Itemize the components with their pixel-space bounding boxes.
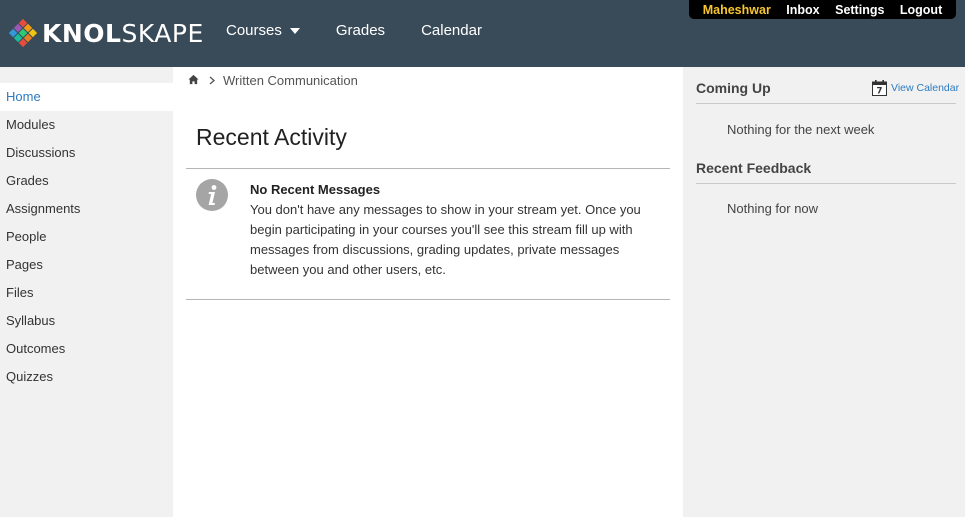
- course-nav-sidebar: Home Modules Discussions Grades Assignments P…: [0, 67, 173, 517]
- sidebar-item-pages[interactable]: Pages: [0, 251, 173, 279]
- divider: [696, 103, 956, 104]
- nav-courses-menu[interactable]: Courses: [226, 22, 300, 39]
- divider: [696, 183, 956, 184]
- breadcrumb: Written Communication: [188, 73, 358, 88]
- sidebar-item-grades[interactable]: Grades: [0, 167, 173, 195]
- user-name-link[interactable]: Maheshwar: [703, 3, 771, 17]
- sidebar-item-outcomes[interactable]: Outcomes: [0, 335, 173, 363]
- logout-link[interactable]: Logout: [900, 3, 942, 17]
- sidebar-item-modules[interactable]: Modules: [0, 111, 173, 139]
- coming-up-heading: Coming Up: [696, 80, 771, 96]
- right-sidebar: Coming Up 7 View Calendar Nothing for th…: [683, 67, 965, 517]
- nav-calendar-link[interactable]: Calendar: [421, 22, 482, 39]
- knolskape-logo[interactable]: KNOLSKAPE: [9, 19, 204, 48]
- view-calendar-label: View Calendar: [891, 82, 960, 94]
- recent-feedback-heading: Recent Feedback: [696, 160, 812, 176]
- breadcrumb-chevron-right-icon: [209, 73, 215, 88]
- message-title: No Recent Messages: [250, 182, 381, 197]
- view-calendar-link[interactable]: 7 View Calendar: [872, 80, 959, 96]
- caret-down-icon: [289, 28, 300, 34]
- coming-up-empty-text: Nothing for the next week: [727, 122, 875, 137]
- sidebar-item-assignments[interactable]: Assignments: [0, 195, 173, 223]
- settings-link[interactable]: Settings: [835, 3, 884, 17]
- page-title: Recent Activity: [196, 124, 347, 150]
- recent-feedback-empty-text: Nothing for now: [727, 201, 819, 216]
- user-bar: Maheshwar Inbox Settings Logout: [689, 0, 956, 19]
- nav-courses-label: Courses: [226, 22, 282, 39]
- divider: [186, 168, 670, 169]
- home-icon[interactable]: [188, 73, 199, 88]
- message-body: You don't have any messages to show in y…: [250, 202, 641, 277]
- sidebar-item-discussions[interactable]: Discussions: [0, 139, 173, 167]
- sidebar-item-people[interactable]: People: [0, 223, 173, 251]
- course-nav-list: Home Modules Discussions Grades Assignments P…: [0, 83, 173, 391]
- calendar-icon: 7: [872, 80, 887, 96]
- logo-text: KNOLSKAPE: [42, 19, 204, 48]
- sidebar-item-files[interactable]: Files: [0, 279, 173, 307]
- breadcrumb-course-link[interactable]: Written Communication: [223, 73, 358, 88]
- logo-text-bold: KNOL: [42, 18, 122, 48]
- divider: [186, 299, 670, 300]
- calendar-icon-day: 7: [877, 87, 883, 97]
- logo-text-light: SKAPE: [121, 18, 204, 48]
- main-nav: Courses Grades Calendar: [226, 22, 518, 39]
- nav-grades-link[interactable]: Grades: [336, 22, 385, 39]
- main-content: Written Communication Recent Activity No…: [173, 67, 683, 517]
- logo-mark-icon: [9, 19, 37, 47]
- sidebar-item-quizzes[interactable]: Quizzes: [0, 363, 173, 391]
- info-icon: [196, 179, 228, 211]
- inbox-link[interactable]: Inbox: [786, 3, 819, 17]
- sidebar-item-syllabus[interactable]: Syllabus: [0, 307, 173, 335]
- sidebar-item-home[interactable]: Home: [0, 83, 173, 111]
- global-header: KNOLSKAPE Courses Grades Calendar Mahesh…: [0, 0, 965, 67]
